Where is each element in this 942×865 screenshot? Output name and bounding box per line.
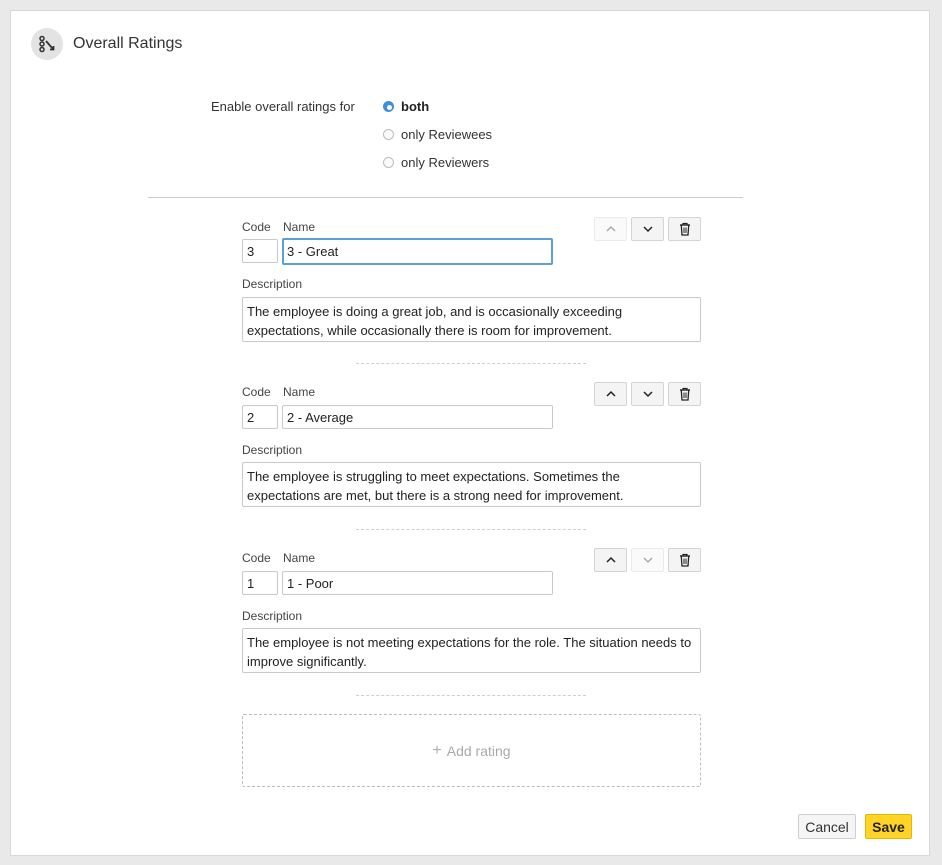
radio-option-only-reviewers[interactable]: only Reviewers — [383, 155, 489, 170]
description-label: Description — [242, 443, 303, 457]
chevron-down-icon — [642, 226, 653, 233]
chevron-up-icon — [605, 390, 616, 397]
move-up-button[interactable] — [594, 548, 627, 572]
code-label: Code — [242, 385, 271, 399]
chevron-up-icon — [605, 556, 616, 563]
rating-separator — [356, 363, 586, 364]
code-input[interactable] — [242, 239, 278, 263]
save-button[interactable]: Save — [865, 814, 912, 839]
description-label: Description — [242, 609, 303, 623]
name-input[interactable] — [282, 571, 553, 595]
delete-button[interactable] — [668, 382, 701, 406]
chevron-down-icon — [642, 557, 653, 564]
radio-option-only-reviewees[interactable]: only Reviewees — [383, 127, 492, 142]
radio-label: both — [401, 99, 430, 114]
name-input[interactable] — [282, 238, 553, 265]
delete-button[interactable] — [668, 217, 701, 241]
enable-ratings-label: Enable overall ratings for — [211, 99, 355, 114]
description-textarea[interactable]: The employee is doing a great job, and i… — [242, 297, 701, 342]
chevron-down-icon — [642, 391, 653, 398]
move-down-button[interactable] — [631, 382, 664, 406]
overall-ratings-icon — [31, 28, 63, 60]
move-up-button[interactable] — [594, 382, 627, 406]
name-label: Name — [283, 220, 316, 234]
code-input[interactable] — [242, 571, 278, 595]
trash-icon — [679, 222, 690, 236]
settings-panel: Overall Ratings Enable overall ratings f… — [10, 10, 930, 856]
description-textarea[interactable]: The employee is not meeting expectations… — [242, 628, 701, 673]
radio-option-both[interactable]: both — [383, 99, 429, 114]
trash-icon — [679, 553, 690, 567]
radio-label: only Reviewees — [401, 127, 493, 142]
trash-icon — [679, 387, 690, 401]
move-up-button[interactable] — [594, 217, 627, 241]
move-down-button[interactable] — [631, 548, 664, 572]
add-rating-label: Add rating — [446, 742, 511, 759]
code-label: Code — [242, 220, 271, 234]
delete-button[interactable] — [668, 548, 701, 572]
radio-label: only Reviewers — [401, 155, 490, 170]
radio-button[interactable] — [383, 157, 394, 168]
description-textarea[interactable]: The employee is struggling to meet expec… — [242, 462, 701, 507]
move-down-button[interactable] — [631, 217, 664, 241]
description-label: Description — [242, 277, 303, 291]
rating-separator — [356, 529, 586, 530]
add-rating-button[interactable]: + Add rating — [242, 714, 701, 787]
plus-icon: + — [432, 741, 442, 759]
cancel-button[interactable]: Cancel — [798, 814, 856, 839]
chevron-up-icon — [605, 225, 616, 232]
code-label: Code — [242, 551, 271, 565]
radio-button[interactable] — [383, 129, 394, 140]
radio-button-checked[interactable] — [383, 101, 394, 112]
page-title: Overall Ratings — [73, 35, 183, 52]
section-divider — [148, 197, 743, 198]
name-label: Name — [283, 551, 316, 565]
name-input[interactable] — [282, 405, 553, 429]
rating-separator — [356, 695, 586, 696]
name-label: Name — [283, 385, 316, 399]
code-input[interactable] — [242, 405, 278, 429]
